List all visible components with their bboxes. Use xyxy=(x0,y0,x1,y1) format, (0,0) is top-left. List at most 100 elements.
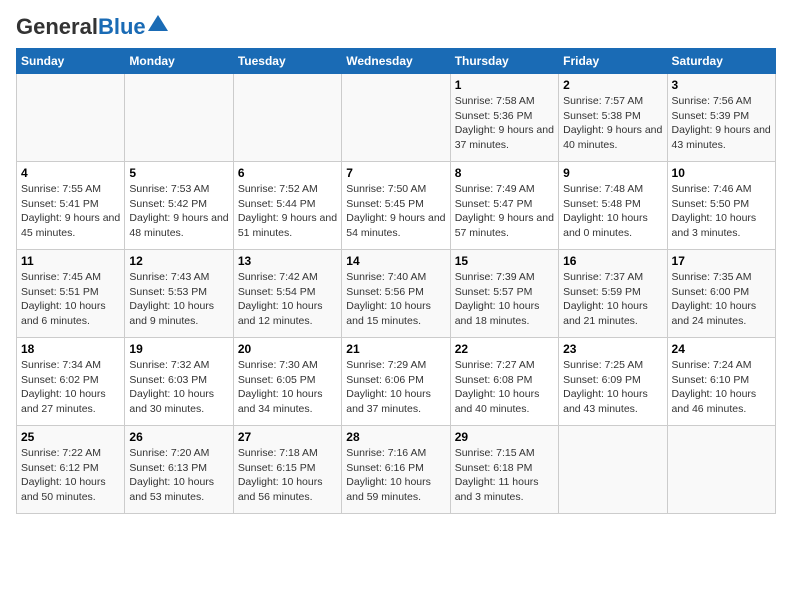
calendar-cell: 10 Sunrise: 7:46 AM Sunset: 5:50 PM Dayli… xyxy=(667,162,775,250)
calendar-cell: 8 Sunrise: 7:49 AM Sunset: 5:47 PM Daylig… xyxy=(450,162,558,250)
day-number: 14 xyxy=(346,254,445,268)
day-info: Sunrise: 7:29 AM Sunset: 6:06 PM Dayligh… xyxy=(346,358,445,417)
calendar-cell: 13Sunrise: 7:42 AM Sunset: 5:54 PM Dayli… xyxy=(233,250,341,338)
day-info: Sunrise: 7:55 AM Sunset: 5:41 PM Dayligh… xyxy=(21,182,120,241)
calendar-cell: 27 Sunrise: 7:18 AM Sunset: 6:15 PM Dayli… xyxy=(233,426,341,514)
day-info: Sunrise: 7:48 AM Sunset: 5:48 PM Dayligh… xyxy=(563,182,662,241)
calendar-cell: 24 Sunrise: 7:24 AM Sunset: 6:10 PM Dayli… xyxy=(667,338,775,426)
day-number: 18 xyxy=(21,342,120,356)
calendar-header: SundayMondayTuesdayWednesdayThursdayFrid… xyxy=(17,49,776,74)
calendar-cell: 20Sunrise: 7:30 AM Sunset: 6:05 PM Dayli… xyxy=(233,338,341,426)
calendar-cell xyxy=(233,74,341,162)
day-number: 16 xyxy=(563,254,662,268)
calendar-cell: 14Sunrise: 7:40 AM Sunset: 5:56 PM Dayli… xyxy=(342,250,450,338)
calendar-cell: 7 Sunrise: 7:50 AM Sunset: 5:45 PM Daylig… xyxy=(342,162,450,250)
day-number: 3 xyxy=(672,78,771,92)
day-number: 28 xyxy=(346,430,445,444)
calendar-cell xyxy=(667,426,775,514)
calendar-cell: 19Sunrise: 7:32 AM Sunset: 6:03 PM Dayli… xyxy=(125,338,233,426)
day-info: Sunrise: 7:22 AM Sunset: 6:12 PM Dayligh… xyxy=(21,446,120,505)
day-info: Sunrise: 7:50 AM Sunset: 5:45 PM Dayligh… xyxy=(346,182,445,241)
day-info: Sunrise: 7:52 AM Sunset: 5:44 PM Dayligh… xyxy=(238,182,337,241)
day-number: 6 xyxy=(238,166,337,180)
header-day-wednesday: Wednesday xyxy=(342,49,450,74)
calendar-week-2: 4Sunrise: 7:55 AM Sunset: 5:41 PM Daylig… xyxy=(17,162,776,250)
day-number: 8 xyxy=(455,166,554,180)
logo: GeneralBlue xyxy=(16,16,168,38)
calendar-cell: 12 Sunrise: 7:43 AM Sunset: 5:53 PM Dayli… xyxy=(125,250,233,338)
calendar-cell: 25 Sunrise: 7:22 AM Sunset: 6:12 PM Dayli… xyxy=(17,426,125,514)
header-day-tuesday: Tuesday xyxy=(233,49,341,74)
day-info: Sunrise: 7:46 AM Sunset: 5:50 PM Dayligh… xyxy=(672,182,771,241)
calendar-table: SundayMondayTuesdayWednesdayThursdayFrid… xyxy=(16,48,776,514)
calendar-cell: 11 Sunrise: 7:45 AM Sunset: 5:51 PM Dayli… xyxy=(17,250,125,338)
calendar-cell: 6 Sunrise: 7:52 AM Sunset: 5:44 PM Daylig… xyxy=(233,162,341,250)
calendar-cell: 5 Sunrise: 7:53 AM Sunset: 5:42 PM Daylig… xyxy=(125,162,233,250)
calendar-cell: 18 Sunrise: 7:34 AM Sunset: 6:02 PM Dayli… xyxy=(17,338,125,426)
logo-icon xyxy=(148,15,168,31)
day-number: 25 xyxy=(21,430,120,444)
calendar-cell xyxy=(17,74,125,162)
day-number: 11 xyxy=(21,254,120,268)
calendar-cell: 16 Sunrise: 7:37 AM Sunset: 5:59 PM Dayli… xyxy=(559,250,667,338)
day-info: Sunrise: 7:58 AM Sunset: 5:36 PM Dayligh… xyxy=(455,94,554,153)
day-info: Sunrise: 7:20 AM Sunset: 6:13 PM Dayligh… xyxy=(129,446,228,505)
day-info: Sunrise: 7:56 AM Sunset: 5:39 PM Dayligh… xyxy=(672,94,771,153)
day-info: Sunrise: 7:42 AM Sunset: 5:54 PM Dayligh… xyxy=(238,270,337,329)
calendar-week-4: 18 Sunrise: 7:34 AM Sunset: 6:02 PM Dayli… xyxy=(17,338,776,426)
header-day-monday: Monday xyxy=(125,49,233,74)
header-day-saturday: Saturday xyxy=(667,49,775,74)
calendar-week-3: 11 Sunrise: 7:45 AM Sunset: 5:51 PM Dayli… xyxy=(17,250,776,338)
calendar-week-5: 25 Sunrise: 7:22 AM Sunset: 6:12 PM Dayli… xyxy=(17,426,776,514)
calendar-cell: 29 Sunrise: 7:15 AM Sunset: 6:18 PM Dayli… xyxy=(450,426,558,514)
calendar-cell: 4Sunrise: 7:55 AM Sunset: 5:41 PM Daylig… xyxy=(17,162,125,250)
day-number: 24 xyxy=(672,342,771,356)
day-info: Sunrise: 7:39 AM Sunset: 5:57 PM Dayligh… xyxy=(455,270,554,329)
calendar-cell: 15 Sunrise: 7:39 AM Sunset: 5:57 PM Dayli… xyxy=(450,250,558,338)
day-info: Sunrise: 7:32 AM Sunset: 6:03 PM Dayligh… xyxy=(129,358,228,417)
header-row: SundayMondayTuesdayWednesdayThursdayFrid… xyxy=(17,49,776,74)
day-number: 7 xyxy=(346,166,445,180)
logo-general: General xyxy=(16,14,98,39)
day-info: Sunrise: 7:34 AM Sunset: 6:02 PM Dayligh… xyxy=(21,358,120,417)
day-number: 10 xyxy=(672,166,771,180)
calendar-cell: 3 Sunrise: 7:56 AM Sunset: 5:39 PM Daylig… xyxy=(667,74,775,162)
header-day-sunday: Sunday xyxy=(17,49,125,74)
day-info: Sunrise: 7:15 AM Sunset: 6:18 PM Dayligh… xyxy=(455,446,554,505)
page-header: GeneralBlue xyxy=(16,16,776,38)
day-info: Sunrise: 7:49 AM Sunset: 5:47 PM Dayligh… xyxy=(455,182,554,241)
calendar-cell xyxy=(342,74,450,162)
day-info: Sunrise: 7:37 AM Sunset: 5:59 PM Dayligh… xyxy=(563,270,662,329)
day-number: 22 xyxy=(455,342,554,356)
day-number: 15 xyxy=(455,254,554,268)
calendar-cell: 9Sunrise: 7:48 AM Sunset: 5:48 PM Daylig… xyxy=(559,162,667,250)
day-info: Sunrise: 7:45 AM Sunset: 5:51 PM Dayligh… xyxy=(21,270,120,329)
day-number: 29 xyxy=(455,430,554,444)
day-info: Sunrise: 7:18 AM Sunset: 6:15 PM Dayligh… xyxy=(238,446,337,505)
day-number: 12 xyxy=(129,254,228,268)
day-info: Sunrise: 7:24 AM Sunset: 6:10 PM Dayligh… xyxy=(672,358,771,417)
day-number: 23 xyxy=(563,342,662,356)
logo-blue: Blue xyxy=(98,14,146,39)
calendar-cell xyxy=(125,74,233,162)
day-number: 27 xyxy=(238,430,337,444)
calendar-cell: 21 Sunrise: 7:29 AM Sunset: 6:06 PM Dayli… xyxy=(342,338,450,426)
calendar-cell: 22 Sunrise: 7:27 AM Sunset: 6:08 PM Dayli… xyxy=(450,338,558,426)
day-number: 21 xyxy=(346,342,445,356)
calendar-week-1: 1 Sunrise: 7:58 AM Sunset: 5:36 PM Daylig… xyxy=(17,74,776,162)
day-number: 20 xyxy=(238,342,337,356)
day-number: 17 xyxy=(672,254,771,268)
header-day-friday: Friday xyxy=(559,49,667,74)
calendar-cell: 23Sunrise: 7:25 AM Sunset: 6:09 PM Dayli… xyxy=(559,338,667,426)
day-info: Sunrise: 7:27 AM Sunset: 6:08 PM Dayligh… xyxy=(455,358,554,417)
calendar-cell: 2Sunrise: 7:57 AM Sunset: 5:38 PM Daylig… xyxy=(559,74,667,162)
day-info: Sunrise: 7:53 AM Sunset: 5:42 PM Dayligh… xyxy=(129,182,228,241)
calendar-cell: 1 Sunrise: 7:58 AM Sunset: 5:36 PM Daylig… xyxy=(450,74,558,162)
day-info: Sunrise: 7:57 AM Sunset: 5:38 PM Dayligh… xyxy=(563,94,662,153)
calendar-body: 1 Sunrise: 7:58 AM Sunset: 5:36 PM Daylig… xyxy=(17,74,776,514)
header-day-thursday: Thursday xyxy=(450,49,558,74)
day-number: 5 xyxy=(129,166,228,180)
day-info: Sunrise: 7:43 AM Sunset: 5:53 PM Dayligh… xyxy=(129,270,228,329)
calendar-cell xyxy=(559,426,667,514)
day-number: 1 xyxy=(455,78,554,92)
